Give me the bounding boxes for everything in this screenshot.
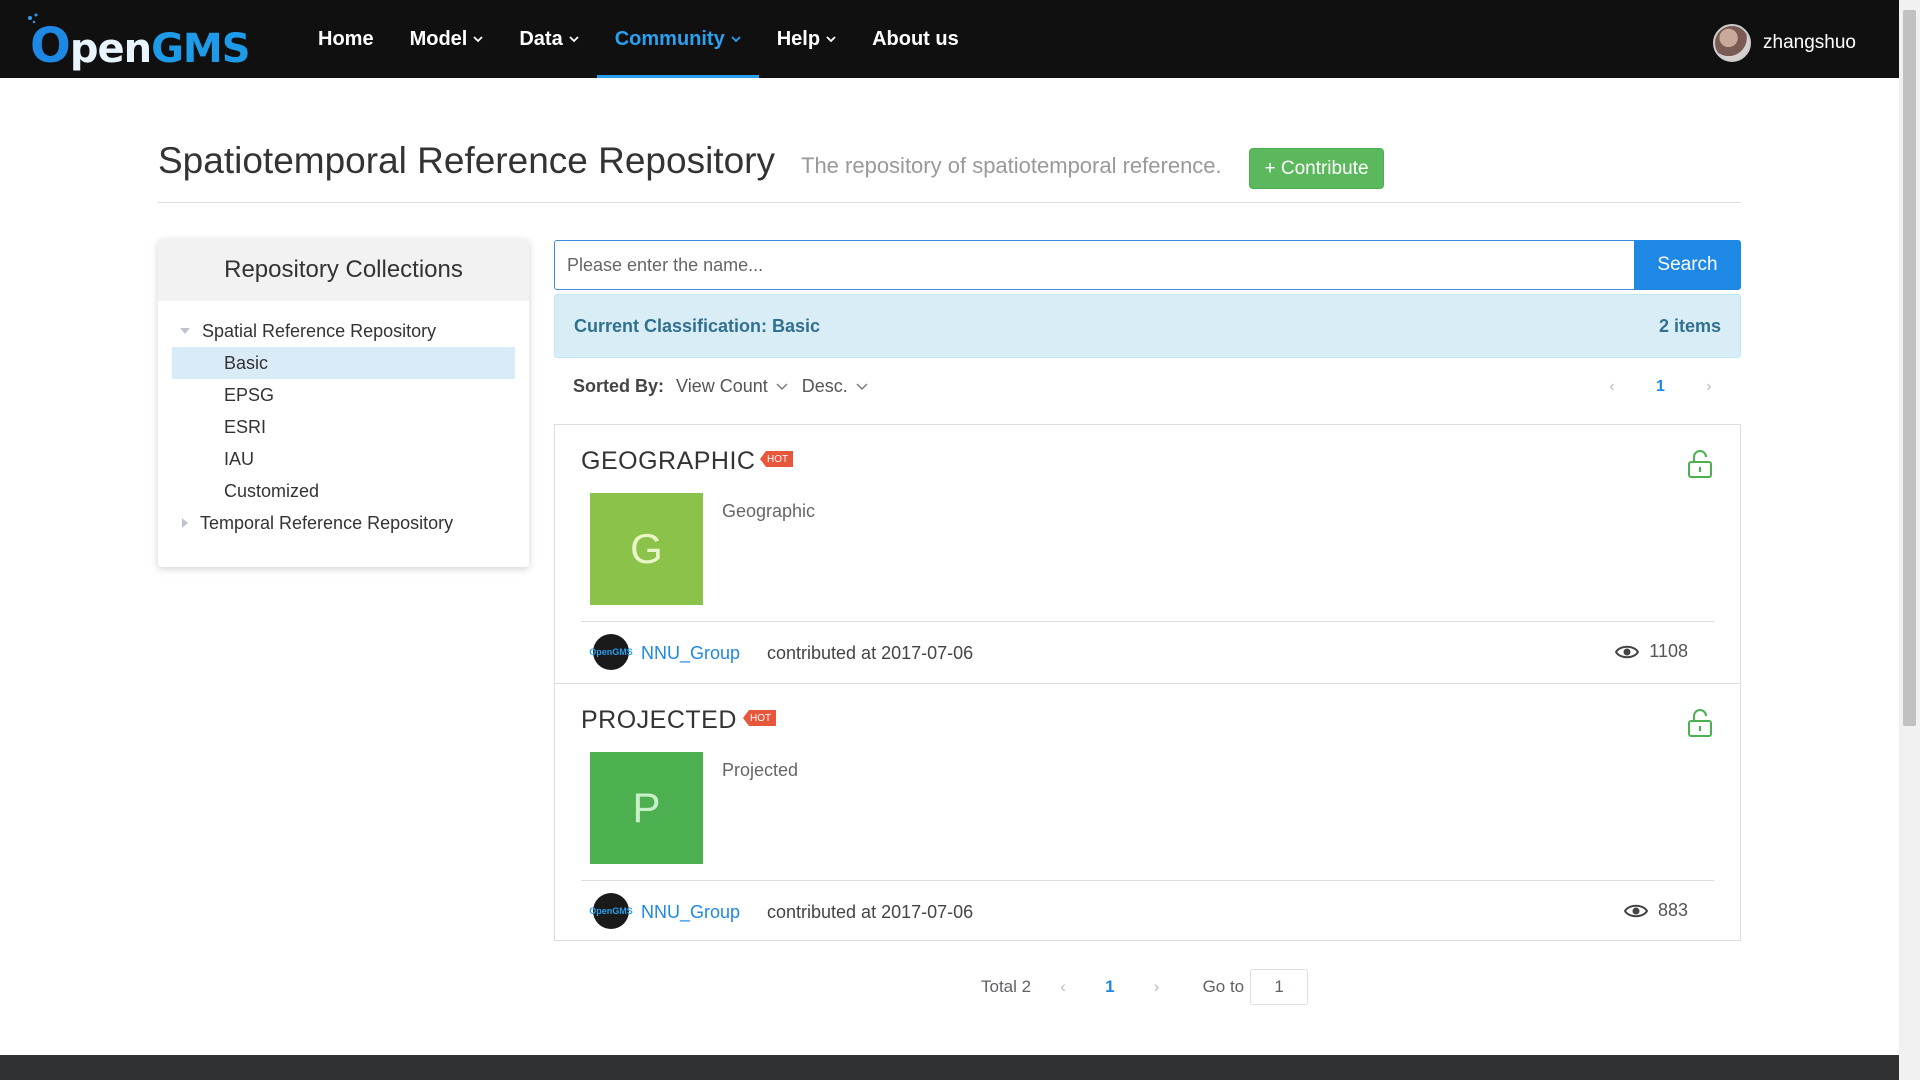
prev-page-button[interactable]: ‹ [1057, 977, 1069, 996]
user-menu[interactable]: zhangshuo [1713, 24, 1856, 62]
classification-bar: Current Classification: Basic 2 items [554, 294, 1741, 358]
item-thumbnail[interactable]: P [590, 752, 703, 864]
scrollbar-thumb[interactable] [1903, 10, 1916, 726]
sort-field-select[interactable]: View Count [676, 376, 788, 397]
tree-node-esri[interactable]: ESRI [172, 411, 515, 443]
item-thumbnail[interactable]: G [590, 493, 703, 605]
item-description: Geographic [722, 501, 816, 521]
prev-page-button[interactable]: ‹ [1606, 378, 1618, 395]
sort-label: Sorted By: [573, 376, 665, 396]
nav-data[interactable]: Data [501, 0, 596, 78]
footer [0, 1055, 1899, 1080]
page-number[interactable]: 1 [1656, 378, 1665, 396]
chevron-down-icon [776, 383, 788, 390]
goto-page-input[interactable] [1250, 969, 1309, 1005]
eye-icon [1623, 904, 1648, 917]
item-title[interactable]: GEOGRAPHIC [581, 447, 755, 476]
caret-right-icon[interactable] [182, 518, 188, 528]
contribute-button[interactable]: + Contribute [1249, 148, 1384, 189]
chevron-down-icon [473, 36, 483, 43]
user-avatar[interactable] [1713, 24, 1752, 62]
page-title: Spatiotemporal Reference Repository [158, 140, 775, 181]
main-nav: Home Model Data Community Help About us [300, 0, 977, 78]
contributed-date: contributed at 2017-07-06 [767, 643, 974, 663]
page-subtitle: The repository of spatiotemporal referen… [801, 153, 1222, 178]
caret-down-icon[interactable] [180, 328, 190, 334]
contributed-date: contributed at 2017-07-06 [767, 902, 974, 922]
tree-node-epsg[interactable]: EPSG [172, 379, 515, 411]
chevron-down-icon [569, 36, 579, 43]
hot-badge: HOT [743, 710, 777, 726]
page-number[interactable]: 1 [1105, 977, 1114, 997]
nav-home[interactable]: Home [300, 0, 392, 78]
item-description: Projected [722, 760, 799, 780]
pagination-bottom: Total 2 ‹ 1 › Go to [981, 969, 1309, 1005]
page-header: Spatiotemporal Reference Repository The … [158, 134, 1741, 203]
eye-icon [1615, 645, 1640, 658]
tree-node-temporal-reference[interactable]: Temporal Reference Repository [158, 507, 529, 539]
tree-node-basic[interactable]: Basic [172, 347, 515, 379]
goto-label: Go to [1202, 977, 1245, 996]
author-link[interactable]: NNU_Group [641, 902, 740, 923]
sort-order-select[interactable]: Desc. [802, 376, 868, 397]
chevron-down-icon [826, 36, 836, 43]
author-avatar[interactable]: OpenGMS [589, 893, 633, 929]
sort-bar: Sorted By: View Count Desc. [573, 376, 882, 397]
chevron-down-icon [731, 36, 741, 43]
item-footer: OpenGMS NNU_Group contributed at 2017-07… [581, 621, 1714, 681]
repository-collections-panel: Repository Collections Spatial Reference… [158, 239, 529, 567]
nav-community[interactable]: Community [596, 0, 759, 78]
page-scrollbar[interactable] [1899, 0, 1920, 1080]
nav-model[interactable]: Model [392, 0, 502, 78]
total-count: Total 2 [981, 977, 1032, 996]
nav-about-us[interactable]: About us [854, 0, 977, 78]
search-input[interactable] [554, 240, 1635, 290]
logo-text: OpenGMS [30, 18, 251, 74]
repository-item-list: GEOGRAPHIC HOT G Geographic OpenGMS NNU_… [554, 424, 1741, 941]
collection-tree: Spatial Reference Repository Basic EPSG … [158, 301, 529, 539]
author-avatar[interactable]: OpenGMS [589, 634, 633, 670]
item-count: 2 items [1658, 316, 1721, 336]
tree-node-customized[interactable]: Customized [172, 475, 515, 507]
current-classification: Current Classification: Basic [574, 316, 821, 336]
hot-badge: HOT [760, 451, 794, 467]
panel-title: Repository Collections [158, 239, 529, 301]
tree-node-spatial-reference[interactable]: Spatial Reference Repository [158, 315, 529, 347]
view-count: 883 [1623, 900, 1688, 921]
tree-node-iau[interactable]: IAU [172, 443, 515, 475]
search-button[interactable]: Search [1634, 240, 1741, 290]
next-page-button[interactable]: › [1703, 378, 1715, 395]
goto-page: Go to [1203, 969, 1309, 1005]
opengms-logo[interactable]: OpenGMS [26, 12, 251, 74]
item-footer: OpenGMS NNU_Group contributed at 2017-07… [581, 880, 1714, 940]
nav-help[interactable]: Help [759, 0, 854, 78]
pagination-top: ‹ 1 › [1606, 378, 1715, 396]
username[interactable]: zhangshuo [1763, 32, 1856, 54]
unlock-icon[interactable] [1687, 708, 1713, 738]
list-item: GEOGRAPHIC HOT G Geographic OpenGMS NNU_… [555, 425, 1740, 682]
item-title[interactable]: PROJECTED [581, 706, 737, 735]
next-page-button[interactable]: › [1151, 977, 1163, 996]
chevron-down-icon [856, 383, 868, 390]
author-link[interactable]: NNU_Group [641, 643, 740, 664]
view-count: 1108 [1615, 641, 1688, 662]
unlock-icon[interactable] [1687, 449, 1713, 479]
top-navbar: OpenGMS Home Model Data Community Help A… [0, 0, 1899, 78]
list-item: PROJECTED HOT P Projected OpenGMS NNU_Gr… [555, 683, 1740, 940]
